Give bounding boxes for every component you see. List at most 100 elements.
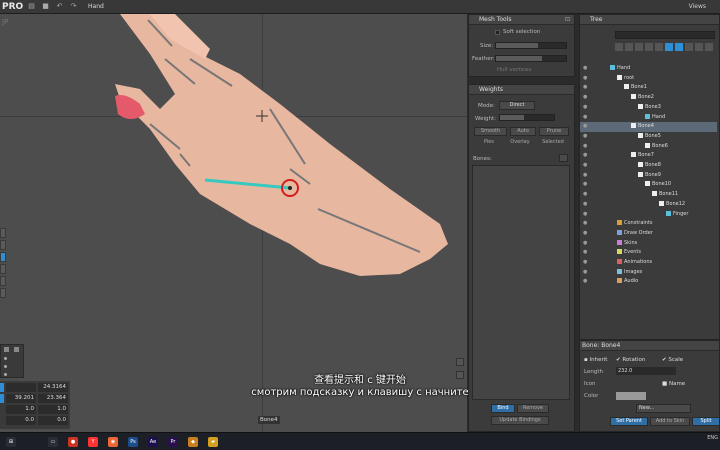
visibility-dot-icon[interactable]: ● — [583, 171, 587, 181]
hull-vertices-label[interactable]: Hull vertices — [497, 67, 531, 73]
set-parent-button[interactable]: Set Parent — [610, 417, 648, 426]
save-icon[interactable]: ■ — [41, 2, 50, 11]
option-dot[interactable] — [4, 365, 7, 368]
visibility-dot-icon[interactable]: ● — [583, 103, 587, 113]
tool-button-active[interactable] — [0, 252, 6, 262]
tree-item[interactable]: ● Hand — [580, 113, 717, 123]
visibility-dot-icon[interactable]: ● — [583, 113, 587, 123]
visibility-dot-icon[interactable]: ● — [583, 268, 587, 278]
feather-slider[interactable] — [495, 55, 567, 62]
tool-button[interactable] — [0, 264, 6, 274]
scale-checkbox[interactable]: ✔ Scale — [662, 357, 683, 363]
bones-list[interactable] — [472, 165, 570, 400]
filter-path-icon[interactable] — [675, 43, 683, 51]
scale-y-field[interactable]: 1.0 — [38, 404, 68, 414]
tree-item[interactable]: ● Bone3 — [580, 103, 717, 113]
tree-item[interactable]: ● Bone6 — [580, 142, 717, 152]
weight-slider[interactable] — [499, 114, 555, 121]
filter-constraint-icon[interactable] — [645, 43, 653, 51]
photoshop-icon[interactable]: Ps — [128, 437, 138, 447]
prune-button[interactable]: Prune — [539, 127, 569, 136]
tree-search-input[interactable] — [615, 31, 715, 39]
tree-item[interactable]: ● Hand — [580, 64, 717, 74]
tree-item[interactable]: ● Audio — [580, 277, 717, 287]
tree-item[interactable]: ● Events — [580, 248, 717, 258]
chrome-icon[interactable]: ◉ — [108, 437, 118, 447]
tree-item[interactable]: ● Bone1 — [580, 83, 717, 93]
visibility-dot-icon[interactable]: ● — [583, 93, 587, 103]
folder-app-icon[interactable]: ▰ — [208, 437, 218, 447]
browser-icon[interactable]: ● — [68, 437, 78, 447]
length-field[interactable]: 232.0 — [616, 367, 676, 375]
tree-item[interactable]: ● Bone5 — [580, 132, 717, 142]
auto-button[interactable]: Auto — [510, 127, 536, 136]
tree-item[interactable]: ● Bone7 — [580, 151, 717, 161]
visibility-dot-icon[interactable]: ● — [583, 219, 587, 229]
visibility-dot-icon[interactable]: ● — [583, 248, 587, 258]
visibility-dot-icon[interactable]: ● — [583, 239, 587, 249]
tree-item[interactable]: ● root — [580, 74, 717, 84]
shear-x-field[interactable]: 0.0 — [6, 415, 36, 425]
visibility-dot-icon[interactable]: ● — [583, 74, 587, 84]
visibility-dot-icon[interactable]: ● — [583, 83, 587, 93]
undo-icon[interactable]: ↶ — [55, 2, 64, 11]
visibility-dot-icon[interactable]: ● — [583, 132, 587, 142]
new-button[interactable]: New... — [636, 404, 691, 413]
update-bindings-button[interactable]: Update Bindings — [491, 416, 549, 425]
task-view-icon[interactable]: ▭ — [48, 437, 58, 447]
tree-item[interactable]: ● Bone11 — [580, 190, 717, 200]
visibility-dot-icon[interactable]: ● — [583, 190, 587, 200]
viewport-toggle-button[interactable] — [456, 358, 464, 366]
tree-item[interactable]: ● Bone4 — [580, 122, 717, 132]
tool-button[interactable] — [0, 288, 6, 298]
overlay-toggle[interactable]: Overlay — [505, 139, 535, 148]
spine-app-icon[interactable]: ◆ — [188, 437, 198, 447]
filter-point-icon[interactable] — [685, 43, 693, 51]
split-button[interactable]: Split — [692, 417, 720, 426]
tool-button[interactable] — [0, 240, 6, 250]
filter-skin-icon[interactable] — [655, 43, 663, 51]
option-icon[interactable] — [4, 347, 9, 352]
option-dot[interactable] — [4, 357, 7, 360]
visibility-dot-icon[interactable]: ● — [583, 229, 587, 239]
views-menu[interactable]: Views — [689, 3, 706, 10]
scale-x-field[interactable]: 1.0 — [6, 404, 36, 414]
filter-region-icon[interactable] — [705, 43, 713, 51]
remove-button[interactable]: Remove — [517, 404, 549, 413]
size-slider[interactable] — [495, 42, 567, 49]
tool-button[interactable] — [0, 276, 6, 286]
yandex-icon[interactable]: Y — [88, 437, 98, 447]
visibility-dot-icon[interactable]: ● — [583, 151, 587, 161]
bind-button[interactable]: Bind — [491, 404, 515, 413]
bones-options-icon[interactable] — [559, 154, 568, 162]
windows-start-icon[interactable]: ⊞ — [6, 437, 16, 447]
filter-mesh-icon[interactable] — [665, 43, 673, 51]
tree-item[interactable]: ● Bone10 — [580, 180, 717, 190]
tree-item[interactable]: ● Finger — [580, 210, 717, 220]
redo-icon[interactable]: ↷ — [69, 2, 78, 11]
tree-item[interactable]: ● Draw Order — [580, 229, 717, 239]
premiere-icon[interactable]: Pr — [168, 437, 178, 447]
tree-item[interactable]: ● Bone8 — [580, 161, 717, 171]
visibility-dot-icon[interactable]: ● — [583, 258, 587, 268]
visibility-dot-icon[interactable]: ● — [583, 210, 587, 220]
canvas-viewport[interactable]: JP Bone4 — [0, 14, 467, 432]
pies-toggle[interactable]: Pies — [474, 139, 504, 148]
tool-button[interactable] — [0, 228, 6, 238]
visibility-dot-icon[interactable]: ● — [583, 64, 587, 74]
soft-selection-checkbox[interactable] — [495, 30, 500, 35]
visibility-dot-icon[interactable]: ● — [583, 200, 587, 210]
mode-select[interactable]: Direct — [499, 101, 535, 110]
name-checkbox[interactable]: ■ Name — [662, 381, 685, 387]
close-icon[interactable]: ⊡ — [565, 15, 570, 25]
visibility-dot-icon[interactable]: ● — [583, 122, 587, 132]
tree-item[interactable]: ● Animations — [580, 258, 717, 268]
visibility-dot-icon[interactable]: ● — [583, 161, 587, 171]
visibility-dot-icon[interactable]: ● — [583, 277, 587, 287]
visibility-dot-icon[interactable]: ● — [583, 180, 587, 190]
selected-toggle[interactable]: Selected — [537, 139, 569, 148]
color-swatch[interactable] — [616, 392, 646, 400]
add-to-skin-button[interactable]: Add to Skin — [650, 417, 690, 426]
smooth-button[interactable]: Smooth — [474, 127, 507, 136]
tree-item[interactable]: ● Images — [580, 268, 717, 278]
